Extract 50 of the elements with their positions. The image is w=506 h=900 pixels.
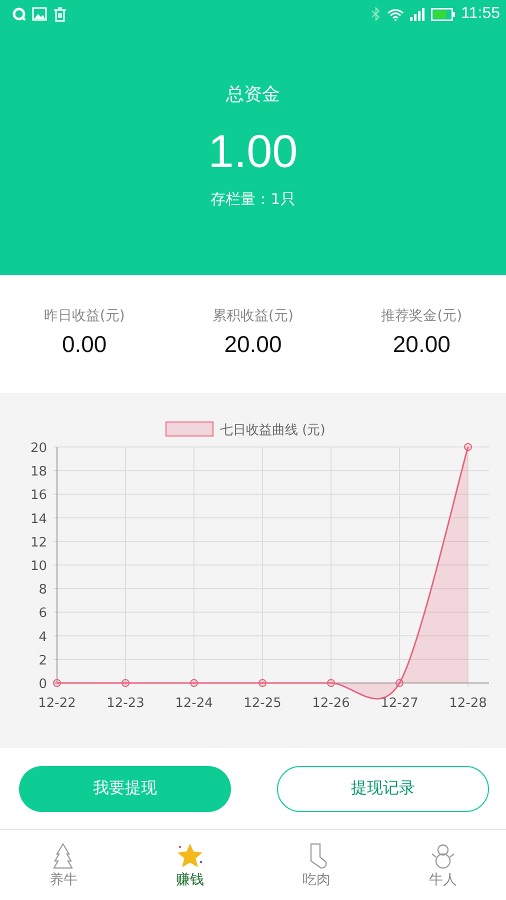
nav-tab[interactable]: 吃肉 [302,870,330,888]
y-tick-label: 18 [30,464,47,480]
stat-value: 20.00 [392,331,450,358]
total-amount: 1.00 [208,128,298,174]
nav-tab[interactable]: 养牛 [49,870,78,888]
data-point [190,679,198,687]
x-tick-label: 12-23 [106,696,144,711]
x-tick-label: 12-25 [244,696,282,711]
stat-label: 推荐奖金(元) [381,307,462,325]
stock-count: 存栏量：1只 [210,190,296,209]
battery-icon [431,8,456,20]
trash-icon [53,6,67,22]
signal-icon [410,8,426,20]
image-icon [32,7,47,21]
data-point [396,679,404,687]
x-tick-label: 12-26 [312,696,350,711]
stat-value: 20.00 [224,331,282,358]
stat-label: 累积收益(元) [212,307,294,325]
header-title: 总资金 [226,83,280,106]
y-tick-label: 14 [30,512,47,527]
y-tick-label: 10 [30,559,47,574]
x-tick-label: 12-27 [380,696,418,711]
y-tick-label: 6 [38,606,47,622]
withdraw-history-button[interactable]: 提现记录 [277,766,489,812]
y-tick-label: 16 [30,488,47,504]
data-point [464,443,472,451]
x-tick-label: 12-28 [449,696,487,711]
legend-swatch [166,422,214,436]
clock-time: 11:55 [461,5,500,23]
x-tick-label: 12-22 [38,696,76,711]
stat-value: 0.00 [62,331,107,358]
chat-icon [12,7,26,21]
x-tick-label: 12-24 [175,696,213,711]
legend-label: 七日收益曲线 (元) [220,423,326,438]
bluetooth-icon [371,7,382,21]
y-tick-label: 8 [38,582,47,598]
nav-tab[interactable]: 赚钱 [176,870,204,888]
data-point [122,679,130,687]
y-tick-label: 2 [38,653,47,668]
y-tick-label: 0 [38,677,47,692]
y-tick-label: 12 [30,535,47,550]
stat-label: 昨日收益(元) [44,307,125,325]
data-point [327,679,335,687]
nav-tab[interactable]: 牛人 [428,870,457,888]
wifi-icon [387,8,404,20]
y-tick-label: 4 [38,630,47,645]
y-tick-label: 20 [30,441,47,456]
withdraw-button[interactable]: 我要提现 [19,766,231,812]
data-point [53,679,61,687]
data-point [258,679,266,687]
